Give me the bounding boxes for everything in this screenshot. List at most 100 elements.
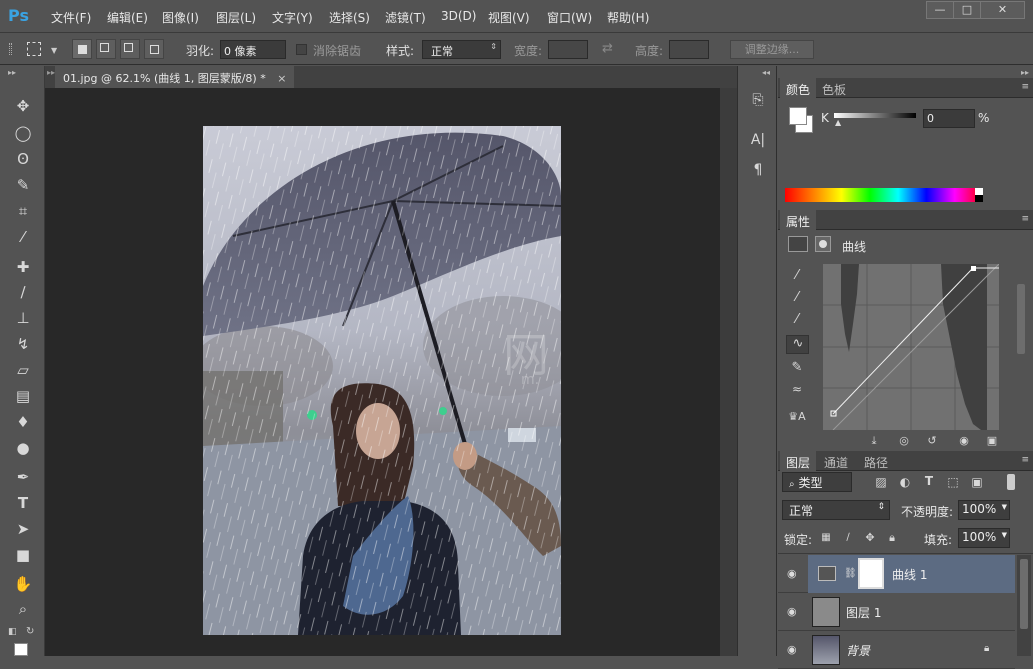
curves-graph[interactable] — [823, 264, 999, 430]
width-input[interactable] — [548, 40, 588, 59]
rectangle-tool-icon[interactable]: ■ — [12, 544, 34, 566]
mask-icon[interactable] — [815, 236, 831, 252]
subtract-selection-button[interactable] — [120, 39, 140, 59]
menu-window[interactable]: 窗口(W) — [547, 9, 592, 26]
paragraph-panel-icon[interactable]: ¶ — [748, 162, 768, 178]
opacity-input[interactable]: 100% ▼ — [958, 500, 1010, 520]
layer-mask-thumbnail[interactable] — [858, 558, 884, 589]
elliptical-marquee-icon[interactable]: ◯ — [12, 122, 34, 144]
smooth-curve-icon[interactable]: ≈ — [789, 382, 805, 396]
intersect-selection-button[interactable] — [144, 39, 164, 59]
filter-pixel-icon[interactable]: ▨ — [874, 475, 888, 489]
lock-all-icon[interactable]: 🔒︎ — [886, 531, 898, 545]
white-swatch-small[interactable] — [975, 188, 983, 195]
layer-row-background[interactable]: ◉ 背景 🔒︎ — [778, 631, 1015, 669]
feather-input[interactable]: 0 像素 — [220, 40, 286, 59]
tab-swatches[interactable]: 色板 — [816, 78, 852, 98]
close-tab-icon[interactable]: × — [277, 72, 286, 85]
layer-name[interactable]: 图层 1 — [846, 604, 881, 621]
tab-properties[interactable]: 属性 — [780, 210, 817, 230]
pencil-curve-icon[interactable]: ✎ — [789, 360, 805, 375]
slider-thumb-icon[interactable]: ▲ — [835, 118, 841, 127]
delete-adjustment-icon[interactable]: ▣ — [984, 434, 1000, 447]
gray-point-eyedropper-icon[interactable]: ⁄ — [789, 290, 805, 305]
collapse-icon[interactable]: ▸▸ — [47, 68, 55, 77]
menu-filter[interactable]: 滤镜(T) — [385, 9, 426, 26]
blend-mode-select[interactable]: 正常 ⇕ — [782, 500, 890, 520]
antialias-checkbox[interactable] — [296, 44, 307, 55]
document-image[interactable]: 网 m. — [203, 126, 561, 635]
layer-row-layer1[interactable]: ◉ 图层 1 — [778, 593, 1015, 631]
color-spectrum-bar[interactable] — [785, 188, 983, 202]
type-tool-icon[interactable]: T — [12, 492, 34, 514]
layer-row-curves[interactable]: ◉ ⛓︎ 曲线 1 — [778, 555, 1015, 593]
marquee-preset-icon[interactable] — [27, 42, 41, 56]
lock-transparent-icon[interactable]: ▦ — [820, 532, 832, 543]
chevron-down-icon[interactable]: ▼ — [51, 46, 57, 55]
character-panel-icon[interactable]: A| — [748, 132, 768, 148]
history-brush-icon[interactable]: ↯ — [12, 333, 34, 355]
swap-colors-icon[interactable]: ↻ — [26, 626, 34, 637]
minimize-button[interactable]: — — [926, 1, 954, 19]
black-swatch-small[interactable] — [975, 195, 983, 202]
canvas-scrollbar[interactable] — [720, 88, 737, 656]
visibility-icon[interactable]: ◉ — [956, 434, 972, 447]
foreground-color-swatch[interactable] — [14, 643, 28, 656]
curve-point-tool[interactable]: ∿ — [786, 335, 809, 354]
clone-stamp-icon[interactable]: ⊥ — [12, 307, 34, 329]
history-panel-icon[interactable]: ⎘ — [748, 92, 768, 108]
link-chain-icon[interactable]: ⛓︎ — [844, 568, 857, 579]
layer-name[interactable]: 曲线 1 — [892, 566, 927, 583]
zoom-tool-icon[interactable]: ⌕ — [12, 598, 34, 620]
hand-tool-icon[interactable]: ✋ — [12, 573, 34, 595]
clip-to-layer-icon[interactable]: ⤓ — [866, 434, 882, 448]
quick-selection-icon[interactable]: ✎ — [12, 174, 34, 196]
layer-name[interactable]: 背景 — [846, 642, 870, 659]
tab-layers[interactable]: 图层 — [780, 451, 817, 471]
eraser-icon[interactable]: ▱ — [12, 359, 34, 381]
properties-scrollbar[interactable] — [1017, 284, 1025, 354]
brush-icon[interactable]: ∕ — [12, 281, 34, 303]
filter-toggle[interactable] — [1007, 474, 1015, 490]
add-selection-button[interactable] — [96, 39, 116, 59]
k-slider-track[interactable] — [834, 113, 916, 118]
white-point-eyedropper-icon[interactable]: ⁄ — [789, 312, 805, 327]
layers-scrollbar[interactable] — [1017, 555, 1031, 656]
lasso-icon[interactable]: ʘ — [12, 148, 34, 170]
menu-file[interactable]: 文件(F) — [51, 9, 91, 26]
menu-layer[interactable]: 图层(L) — [216, 9, 256, 26]
swap-icon[interactable]: ⇄ — [602, 41, 613, 56]
healing-brush-icon[interactable]: ✚ — [12, 256, 34, 278]
blur-icon[interactable]: ♦ — [12, 411, 34, 433]
auto-tone-icon[interactable]: ♛A — [786, 410, 808, 423]
eye-icon[interactable]: ◉ — [787, 605, 801, 619]
filter-smartobject-icon[interactable]: ▣ — [970, 475, 984, 489]
layers-scroll-thumb[interactable] — [1020, 559, 1028, 629]
menu-image[interactable]: 图像(I) — [162, 9, 199, 26]
default-colors-icon[interactable]: ◧ — [8, 627, 17, 637]
crop-icon[interactable]: ⌗ — [12, 200, 34, 222]
new-selection-button[interactable] — [72, 39, 92, 59]
maximize-button[interactable]: □ — [953, 1, 981, 19]
fill-input[interactable]: 100% ▼ — [958, 528, 1010, 548]
menu-view[interactable]: 视图(V) — [488, 9, 530, 26]
tab-paths[interactable]: 路径 — [858, 451, 894, 471]
gradient-icon[interactable]: ▤ — [12, 385, 34, 407]
refine-edge-button[interactable]: 调整边缘... — [730, 40, 814, 59]
menu-select[interactable]: 选择(S) — [329, 9, 370, 26]
eye-icon[interactable]: ◉ — [787, 567, 801, 581]
reset-icon[interactable]: ↺ — [924, 434, 940, 447]
eye-icon[interactable]: ◉ — [787, 643, 801, 657]
dodge-icon[interactable]: ● — [12, 437, 34, 459]
menu-3d[interactable]: 3D(D) — [441, 9, 476, 23]
tab-channels[interactable]: 通道 — [818, 451, 854, 471]
move-tool-icon[interactable]: ✥ — [12, 95, 34, 117]
tab-color[interactable]: 颜色 — [780, 78, 817, 98]
menu-edit[interactable]: 编辑(E) — [107, 9, 148, 26]
height-input[interactable] — [669, 40, 709, 59]
panel-menu-icon[interactable]: ≡ — [1021, 82, 1029, 92]
menu-type[interactable]: 文字(Y) — [272, 9, 313, 26]
layer-filter-select[interactable]: ⌕ 类型 — [782, 472, 852, 492]
black-point-eyedropper-icon[interactable]: ⁄ — [789, 268, 805, 283]
pen-icon[interactable]: ✒ — [12, 466, 34, 488]
